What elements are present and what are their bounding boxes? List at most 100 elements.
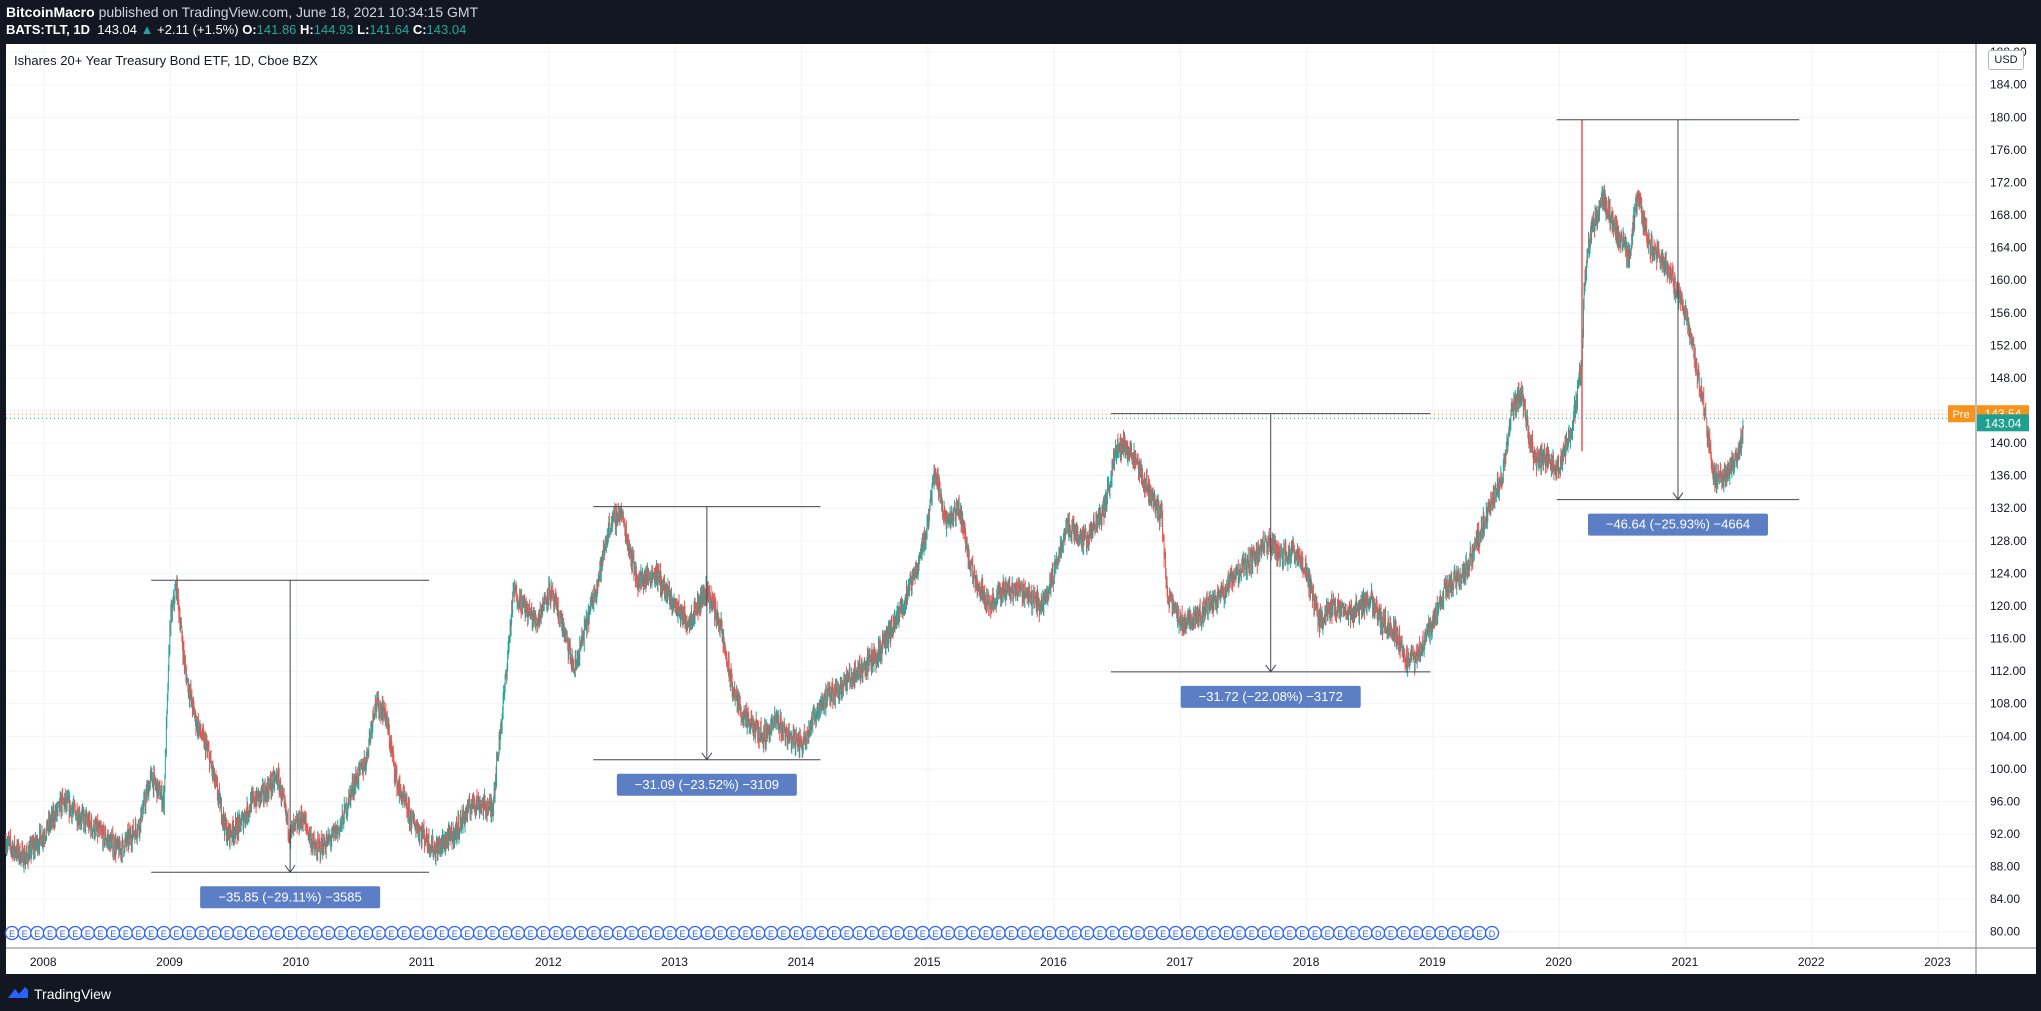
event-marker-glyph: E — [616, 929, 622, 939]
price-tick-label: 116.00 — [1990, 632, 2026, 646]
time-tick-label: 2014 — [788, 955, 815, 969]
event-marker-glyph: E — [211, 929, 217, 939]
time-tick-label: 2022 — [1798, 955, 1825, 969]
time-tick-label: 2017 — [1166, 955, 1193, 969]
event-marker-glyph: E — [22, 929, 28, 939]
event-marker-glyph: D — [1489, 929, 1496, 939]
price-tick-label: 164.00 — [1990, 241, 2027, 255]
price-tick-label: 92.00 — [1990, 827, 2020, 841]
chart-title: Ishares 20+ Year Treasury Bond ETF, 1D, … — [14, 53, 318, 68]
event-marker-glyph: E — [679, 929, 685, 939]
event-marker-glyph: E — [1261, 929, 1267, 939]
event-marker-glyph: E — [920, 929, 926, 939]
measure-label-text: −31.09 (−23.52%) −3109 — [635, 777, 779, 792]
event-marker-glyph: E — [1325, 929, 1331, 939]
event-marker-glyph: E — [983, 929, 989, 939]
event-marker-glyph: E — [85, 929, 91, 939]
event-marker-glyph: E — [629, 929, 635, 939]
event-marker-glyph: E — [667, 929, 673, 939]
price-tick-label: 136.00 — [1990, 469, 2027, 483]
event-marker-glyph: E — [287, 929, 293, 939]
price-tick-label: 132.00 — [1990, 501, 2027, 515]
event-marker-glyph: E — [363, 929, 369, 939]
event-marker-glyph: E — [249, 929, 255, 939]
price-tick-label: 112.00 — [1990, 664, 2026, 678]
event-marker-glyph: E — [161, 929, 167, 939]
price-tick-label: 104.00 — [1990, 729, 2027, 743]
event-marker-glyph: E — [553, 929, 559, 939]
time-tick-label: 2016 — [1040, 955, 1067, 969]
event-marker-glyph: E — [1236, 929, 1242, 939]
time-tick-label: 2010 — [282, 955, 309, 969]
price-chart[interactable]: 80.00 84.00 88.00 92.00 96.00 100.00 104.00 108… — [0, 0, 2041, 1011]
event-marker-glyph: E — [566, 929, 572, 939]
price-tick-label: 172.00 — [1990, 175, 2027, 189]
event-marker-glyph: E — [1426, 929, 1432, 939]
event-marker-glyph: E — [1438, 929, 1444, 939]
time-tick-label: 2009 — [156, 955, 183, 969]
event-marker-glyph: E — [869, 929, 875, 939]
event-marker-glyph: E — [894, 929, 900, 939]
price-tick-label: 100.00 — [1990, 762, 2027, 776]
event-marker-glyph: E — [540, 929, 546, 939]
event-marker-glyph: E — [502, 929, 508, 939]
event-marker-glyph: E — [123, 929, 129, 939]
event-marker-glyph: E — [351, 929, 357, 939]
event-marker-glyph: E — [831, 929, 837, 939]
event-marker-glyph: E — [401, 929, 407, 939]
price-tick-label: 96.00 — [1990, 794, 2020, 808]
event-marker-glyph: E — [717, 929, 723, 939]
event-marker-glyph: E — [1274, 929, 1280, 939]
event-marker-glyph: E — [1110, 929, 1116, 939]
event-marker-glyph: E — [199, 929, 205, 939]
event-marker-glyph: E — [591, 929, 597, 939]
event-marker-glyph: E — [932, 929, 938, 939]
event-marker-glyph: E — [806, 929, 812, 939]
event-marker-glyph: E — [490, 929, 496, 939]
event-marker-glyph: E — [819, 929, 825, 939]
tradingview-logo-icon[interactable] — [6, 985, 30, 1001]
currency-button[interactable]: USD — [1988, 50, 2024, 70]
event-marker-glyph: E — [907, 929, 913, 939]
event-marker-glyph: E — [47, 929, 53, 939]
footer-brand[interactable]: TradingView — [34, 986, 111, 1002]
event-marker-glyph: E — [1337, 929, 1343, 939]
event-marker-glyph: E — [452, 929, 458, 939]
event-marker-glyph: E — [768, 929, 774, 939]
time-tick-label: 2020 — [1545, 955, 1572, 969]
event-marker-glyph: E — [388, 929, 394, 939]
time-tick-label: 2019 — [1419, 955, 1446, 969]
event-marker-glyph: E — [882, 929, 888, 939]
event-marker-glyph: E — [1185, 929, 1191, 939]
event-marker-glyph: E — [654, 929, 660, 939]
event-marker-glyph: E — [1097, 929, 1103, 939]
event-marker-glyph: E — [1476, 929, 1482, 939]
event-marker-glyph: E — [781, 929, 787, 939]
event-marker-glyph: E — [376, 929, 382, 939]
event-marker-glyph: E — [1122, 929, 1128, 939]
event-marker-glyph: E — [275, 929, 281, 939]
price-tick-label: 124.00 — [1990, 566, 2027, 580]
event-marker-glyph: E — [313, 929, 319, 939]
event-marker-glyph: E — [1211, 929, 1217, 939]
event-marker-glyph: E — [1312, 929, 1318, 939]
price-tick-label: 80.00 — [1990, 925, 2020, 939]
time-tick-label: 2018 — [1293, 955, 1320, 969]
event-marker-glyph: E — [186, 929, 192, 939]
event-marker-glyph: E — [98, 929, 104, 939]
event-marker-glyph: E — [1223, 929, 1229, 939]
event-marker-glyph: E — [1008, 929, 1014, 939]
event-marker-glyph: E — [426, 929, 432, 939]
event-marker-glyph: E — [958, 929, 964, 939]
price-tick-label: 84.00 — [1990, 892, 2020, 906]
event-marker-glyph: E — [1363, 929, 1369, 939]
event-marker-glyph: E — [224, 929, 230, 939]
price-tick-label: 160.00 — [1990, 273, 2027, 287]
event-marker-glyph: E — [692, 929, 698, 939]
event-marker-glyph: E — [110, 929, 116, 939]
event-marker-glyph: E — [1249, 929, 1255, 939]
event-marker-glyph: E — [844, 929, 850, 939]
time-tick-label: 2008 — [30, 955, 57, 969]
price-tick-label: 184.00 — [1990, 78, 2027, 92]
price-tag-text: 143.04 — [1985, 416, 2022, 430]
